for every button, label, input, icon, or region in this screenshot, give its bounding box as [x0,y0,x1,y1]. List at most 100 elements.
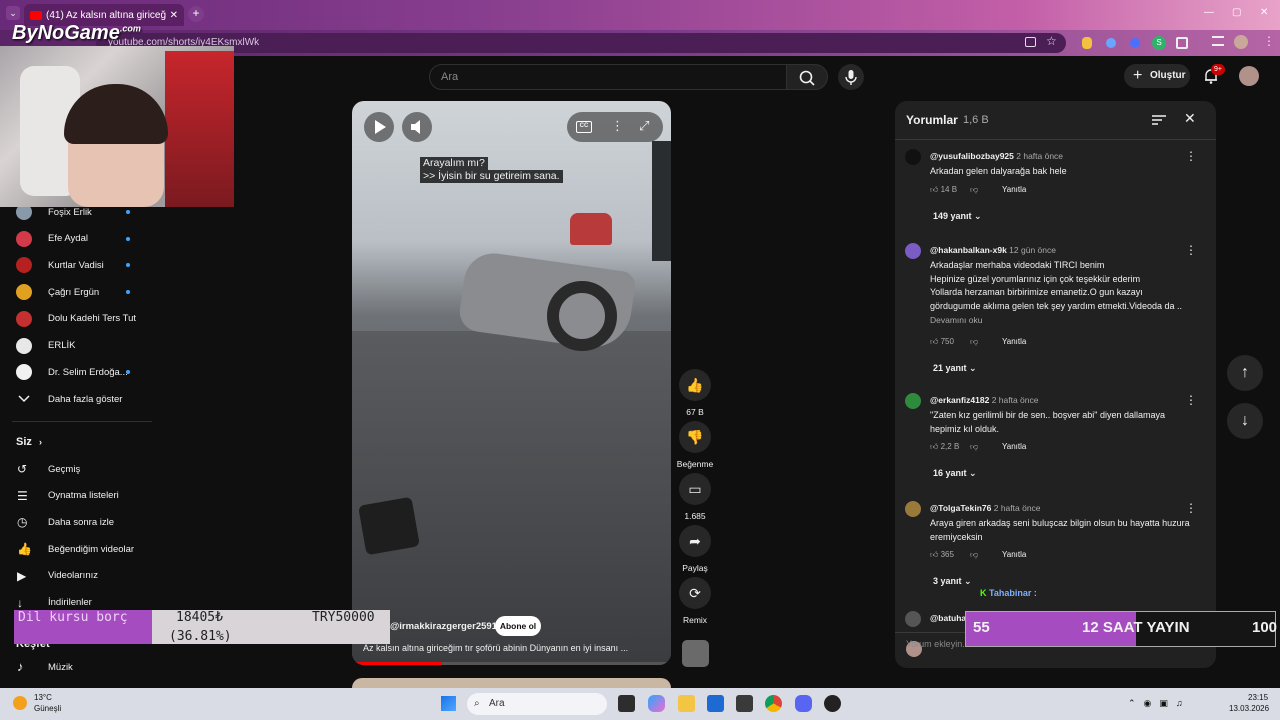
dislike-button[interactable]: 👎 [679,421,711,453]
replies-toggle[interactable]: 3 yanıt ⌄ [933,576,972,587]
extensions-puzzle-icon[interactable] [1176,37,1188,49]
comment-dislike-button[interactable]: 👎︎ [970,442,978,452]
comment-avatar[interactable] [905,501,921,517]
comment-reply-button[interactable]: Yanıtla [1002,337,1026,346]
replies-toggle[interactable]: 149 yanıt ⌄ [933,211,982,222]
comment-reply-button[interactable]: Yanıtla [1002,442,1026,451]
sidebar-subscription-item[interactable]: Efe Aydal [0,226,150,252]
audio-thumbnail[interactable] [682,640,709,667]
you-section-header[interactable]: Siz › [16,436,42,448]
play-button[interactable] [364,112,394,142]
comment-like-button[interactable]: 👍︎ 750 [930,337,954,347]
profile-icon[interactable] [1234,35,1248,49]
comment-dislike-button[interactable]: 👎︎ [970,185,978,195]
close-window-icon[interactable]: ✕ [1260,7,1268,18]
comment-menu-icon[interactable]: ⋮ [1185,393,1197,407]
discord-icon[interactable] [795,695,812,712]
captions-icon[interactable]: CC [576,121,592,133]
sidebar-item-history[interactable]: ↺ Geçmiş [0,456,150,482]
extension-2-icon[interactable] [1106,38,1116,48]
previous-short-button[interactable]: ↑ [1227,355,1263,391]
sidebar-subscription-item[interactable]: ERLİK [0,333,150,359]
editor-icon[interactable] [736,695,753,712]
store-icon[interactable] [707,695,724,712]
comment-like-button[interactable]: 👍︎ 365 [930,550,954,560]
new-tab-button[interactable]: + [188,6,204,22]
start-button[interactable] [441,696,456,711]
comment-avatar[interactable] [905,149,921,165]
tray-icons[interactable]: ⌃◉▣♫ [1128,698,1208,710]
show-more-button[interactable]: Daha fazla göster [0,386,150,412]
reading-list-icon[interactable] [1212,36,1224,46]
sidebar-item-your-videos[interactable]: ▶ Videolarınız [0,563,150,589]
sort-button[interactable] [1152,113,1166,125]
comment-author[interactable]: @erkanfiz4182 2 hafta önce [930,395,1039,405]
comments-action[interactable]: ▭ 1.685 [679,473,711,521]
close-comments-button[interactable]: ✕ [1184,110,1196,127]
next-short-button[interactable]: ↓ [1227,403,1263,439]
volume-button[interactable] [402,112,432,142]
create-button[interactable]: + Oluştur [1124,64,1190,88]
fullscreen-icon[interactable]: ⤢ [639,118,649,134]
comment-author[interactable]: @TolgaTekin76 2 hafta önce [930,503,1041,513]
search-input[interactable]: Ara [429,64,787,90]
remix-action[interactable]: ⟳ Remix [679,577,711,625]
voice-search-button[interactable] [838,64,864,90]
notifications-button[interactable]: 9+ [1202,64,1225,85]
sidebar-item-music[interactable]: ♪ Müzik [0,654,150,680]
tab-menu-button[interactable]: ⌄ [6,6,20,20]
like-action[interactable]: 👍 67 B [679,369,711,417]
remix-button[interactable]: ⟳ [679,577,711,609]
obs-icon[interactable] [824,695,841,712]
search-button[interactable] [786,64,828,90]
comments-button[interactable]: ▭ [679,473,711,505]
sidebar-item-watch-later[interactable]: ◷ Daha sonra izle [0,509,150,535]
install-icon[interactable] [1025,37,1036,47]
dislike-action[interactable]: 👎 Beğenme [677,421,713,469]
taskview-icon[interactable] [618,695,635,712]
video-player[interactable] [352,101,671,665]
extension-4-icon[interactable]: S [1152,36,1166,50]
replies-toggle[interactable]: 16 yanıt ⌄ [933,468,977,479]
taskbar-search[interactable]: ⌕ Ara [467,693,607,715]
comment-author[interactable]: @hakanbalkan-x9k 12 gün önce [930,245,1056,255]
comment-menu-icon[interactable]: ⋮ [1185,501,1197,515]
sidebar-subscription-item[interactable]: Dr. Selim Erdoğa... [0,359,150,385]
replies-toggle[interactable]: 21 yanıt ⌄ [933,363,977,374]
subscribe-button[interactable]: Abone ol [495,616,541,636]
comment-reply-button[interactable]: Yanıtla [1002,550,1026,559]
file-explorer-icon[interactable] [678,695,695,712]
chrome-icon[interactable] [765,695,782,712]
comment-avatar[interactable] [905,611,921,627]
more-options-icon[interactable]: ⋮ [611,118,624,134]
video-title[interactable]: Az kalsın altına giriceğim tır şoförü ab… [363,643,653,653]
comment-dislike-button[interactable]: 👎︎ [970,550,978,560]
comment-avatar[interactable] [905,393,921,409]
comment-author[interactable]: @yusufalibozbay925 2 hafta önce [930,151,1063,161]
sidebar-item-playlists[interactable]: ☰ Oynatma listeleri [0,483,150,509]
copilot-icon[interactable] [648,695,665,712]
comment-reply-button[interactable]: Yanıtla [1002,185,1026,194]
add-comment-input[interactable]: Yorum ekleyin... [906,639,970,649]
sidebar-item-liked-videos[interactable]: 👍 Beğendiğim videolar [0,536,150,562]
extension-1-icon[interactable] [1082,37,1092,49]
extension-3-icon[interactable] [1130,38,1140,48]
comment-dislike-button[interactable]: 👎︎ [970,337,978,347]
account-avatar[interactable] [1239,66,1259,86]
channel-name[interactable]: @irmakkirazgerger2591 [390,621,497,632]
window-controls[interactable]: — ▢ ✕ [1198,7,1278,21]
sidebar-subscription-item[interactable]: Çağrı Ergün [0,279,150,305]
comment-avatar[interactable] [905,243,921,259]
share-button[interactable]: ➦ [679,525,711,557]
url-field[interactable]: youtube.com/shorts/iy4EKsmxlWk [96,33,1066,53]
comment-menu-icon[interactable]: ⋮ [1185,243,1197,257]
minimize-icon[interactable]: — [1204,7,1214,18]
sidebar-subscription-item[interactable]: Dolu Kadehi Ters Tut [0,306,150,332]
comment-menu-icon[interactable]: ⋮ [1185,149,1197,163]
like-button[interactable]: 👍 [679,369,711,401]
comment-like-button[interactable]: 👍︎ 14 B [930,185,957,195]
next-video-preview[interactable] [352,678,671,688]
share-action[interactable]: ➦ Paylaş [679,525,711,573]
read-more-link[interactable]: Devamını oku [930,315,982,325]
browser-menu-icon[interactable]: ⋮ [1263,34,1275,48]
